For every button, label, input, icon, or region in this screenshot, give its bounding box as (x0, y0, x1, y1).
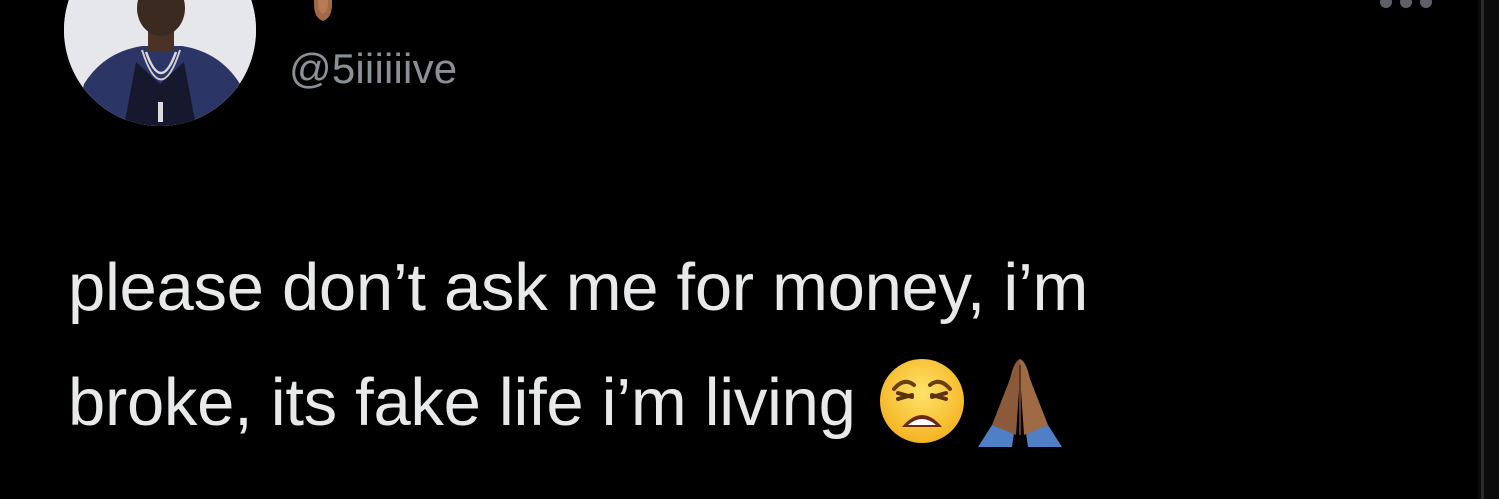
scrollbar[interactable] (1478, 0, 1499, 499)
scrollbar-track[interactable] (1481, 0, 1484, 499)
partial-hand-emoji (314, 0, 332, 21)
avatar[interactable] (64, 0, 256, 126)
tweet-text: please don’t ask me for money, i’m broke… (68, 230, 1448, 460)
folded-hands-emoji (977, 359, 1062, 448)
tweet-card: @5iiiiiive please don’t ask me for money… (0, 0, 1478, 499)
tweet-text-line-2-content: broke, its fake life i’m living (68, 365, 856, 440)
more-options-icon[interactable] (1378, 0, 1434, 10)
tweet-text-line-1: please don’t ask me for money, i’m (68, 250, 1089, 325)
tweet-text-line-2: broke, its fake life i’m living (68, 345, 1448, 460)
user-handle[interactable]: @5iiiiiive (289, 43, 457, 95)
avatar-image (64, 0, 256, 126)
weary-face-emoji (879, 359, 964, 444)
